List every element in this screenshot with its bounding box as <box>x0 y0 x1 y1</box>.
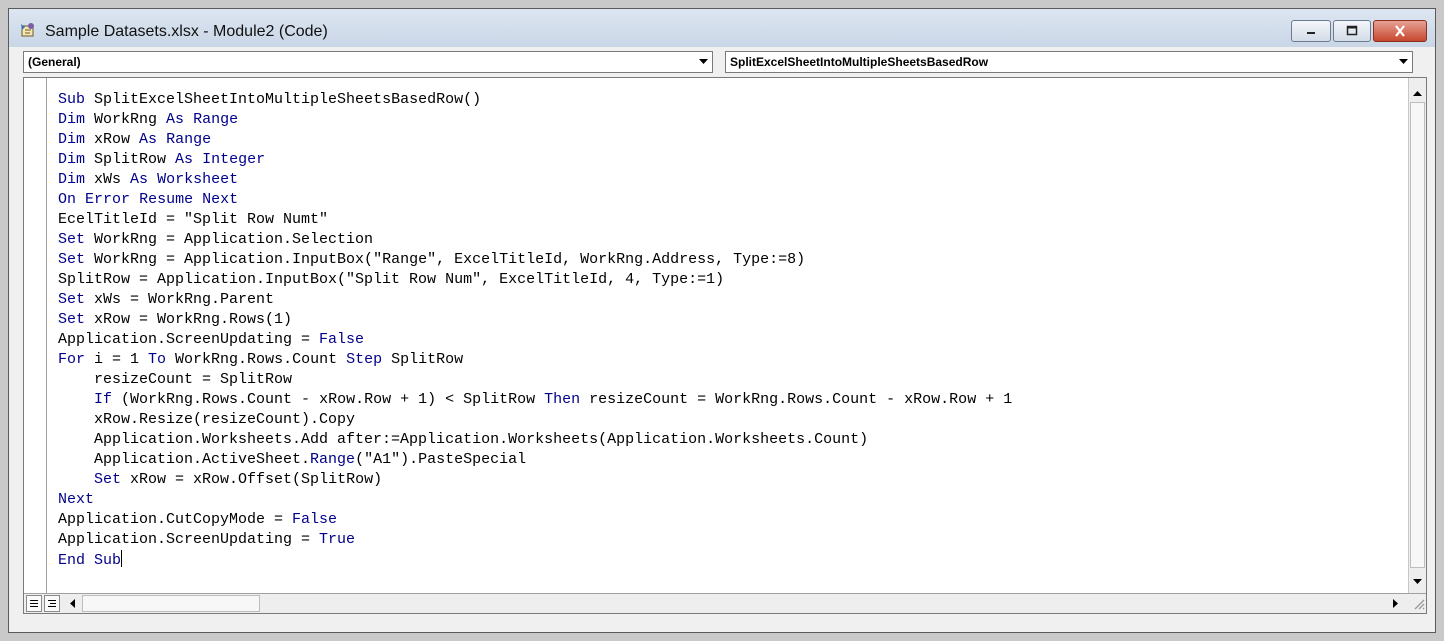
code-line[interactable]: EcelTitleId = "Split Row Numt" <box>58 211 328 228</box>
maximize-icon <box>1346 25 1358 36</box>
margin-indicator-bar[interactable] <box>24 78 47 593</box>
code-line[interactable]: Set xWs = WorkRng.Parent <box>58 291 274 308</box>
procedure-dropdown-arrow[interactable] <box>1395 53 1411 71</box>
scroll-up-button[interactable] <box>1409 84 1426 102</box>
object-dropdown[interactable]: (General) <box>23 51 713 73</box>
maximize-button[interactable] <box>1333 20 1371 42</box>
code-line[interactable]: Dim xWs As Worksheet <box>58 171 238 188</box>
procedure-view-button[interactable] <box>26 595 42 612</box>
code-line[interactable]: For i = 1 To WorkRng.Rows.Count Step Spl… <box>58 351 463 368</box>
vba-module-icon <box>21 23 34 37</box>
chevron-left-icon <box>70 599 75 608</box>
code-line[interactable]: Application.CutCopyMode = False <box>58 511 337 528</box>
full-module-view-button[interactable] <box>44 595 60 612</box>
code-line[interactable]: Application.ScreenUpdating = True <box>58 531 355 548</box>
minimize-icon <box>1307 32 1315 34</box>
code-line[interactable]: Sub SplitExcelSheetIntoMultipleSheetsBas… <box>58 91 481 108</box>
resize-grip-icon[interactable] <box>1410 595 1426 612</box>
code-window: Sample Datasets.xlsx - Module2 (Code) (G… <box>8 8 1436 633</box>
object-dropdown-arrow[interactable] <box>695 53 711 71</box>
code-line[interactable]: Next <box>58 491 94 508</box>
chevron-down-icon <box>1413 579 1422 584</box>
code-line[interactable]: Application.ActiveSheet.Range("A1").Past… <box>58 451 526 468</box>
code-editor[interactable]: Sub SplitExcelSheetIntoMultipleSheetsBas… <box>23 77 1427 614</box>
code-line[interactable]: If (WorkRng.Rows.Count - xRow.Row + 1) <… <box>58 391 1012 408</box>
close-button[interactable] <box>1373 20 1427 42</box>
horizontal-scroll-thumb[interactable] <box>82 595 260 612</box>
vertical-scroll-thumb[interactable] <box>1410 102 1425 568</box>
procedure-dropdown-value: SplitExcelSheetIntoMultipleSheetsBasedRo… <box>730 55 989 69</box>
code-line[interactable]: Set xRow = xRow.Offset(SplitRow) <box>58 471 382 488</box>
code-line[interactable]: Dim SplitRow As Integer <box>58 151 265 168</box>
code-line[interactable]: Set xRow = WorkRng.Rows(1) <box>58 311 292 328</box>
chevron-up-icon <box>1413 91 1422 96</box>
scroll-left-button[interactable] <box>64 595 80 612</box>
scroll-down-button[interactable] <box>1409 573 1426 591</box>
code-line[interactable]: End Sub <box>58 552 121 569</box>
minimize-button[interactable] <box>1291 20 1331 42</box>
code-line[interactable]: Application.Worksheets.Add after:=Applic… <box>58 431 868 448</box>
code-line[interactable]: On Error Resume Next <box>58 191 238 208</box>
vertical-scrollbar[interactable] <box>1408 78 1426 593</box>
code-line[interactable]: resizeCount = SplitRow <box>58 371 292 388</box>
code-line[interactable]: Set WorkRng = Application.Selection <box>58 231 373 248</box>
window-title: Sample Datasets.xlsx - Module2 (Code) <box>45 23 328 40</box>
scroll-right-button[interactable] <box>1388 595 1404 612</box>
code-line[interactable]: Dim xRow As Range <box>58 131 211 148</box>
code-line[interactable]: xRow.Resize(resizeCount).Copy <box>58 411 355 428</box>
chevron-down-icon <box>1398 59 1408 64</box>
chevron-down-icon <box>698 59 708 64</box>
full-module-view-icon <box>48 600 56 607</box>
chevron-right-icon <box>1393 599 1398 608</box>
procedure-view-icon <box>30 600 38 607</box>
close-icon <box>1395 25 1405 37</box>
procedure-dropdown[interactable]: SplitExcelSheetIntoMultipleSheetsBasedRo… <box>725 51 1413 73</box>
code-line[interactable]: Set WorkRng = Application.InputBox("Rang… <box>58 251 805 268</box>
code-line[interactable]: Dim WorkRng As Range <box>58 111 238 128</box>
code-line[interactable]: Application.ScreenUpdating = False <box>58 331 364 348</box>
title-bar[interactable]: Sample Datasets.xlsx - Module2 (Code) <box>9 9 1435 47</box>
object-dropdown-value: (General) <box>28 55 81 69</box>
code-text[interactable]: Sub SplitExcelSheetIntoMultipleSheetsBas… <box>58 90 1012 571</box>
code-line[interactable]: SplitRow = Application.InputBox("Split R… <box>58 271 724 288</box>
text-cursor <box>121 550 123 567</box>
editor-bottom-bar <box>24 593 1426 613</box>
